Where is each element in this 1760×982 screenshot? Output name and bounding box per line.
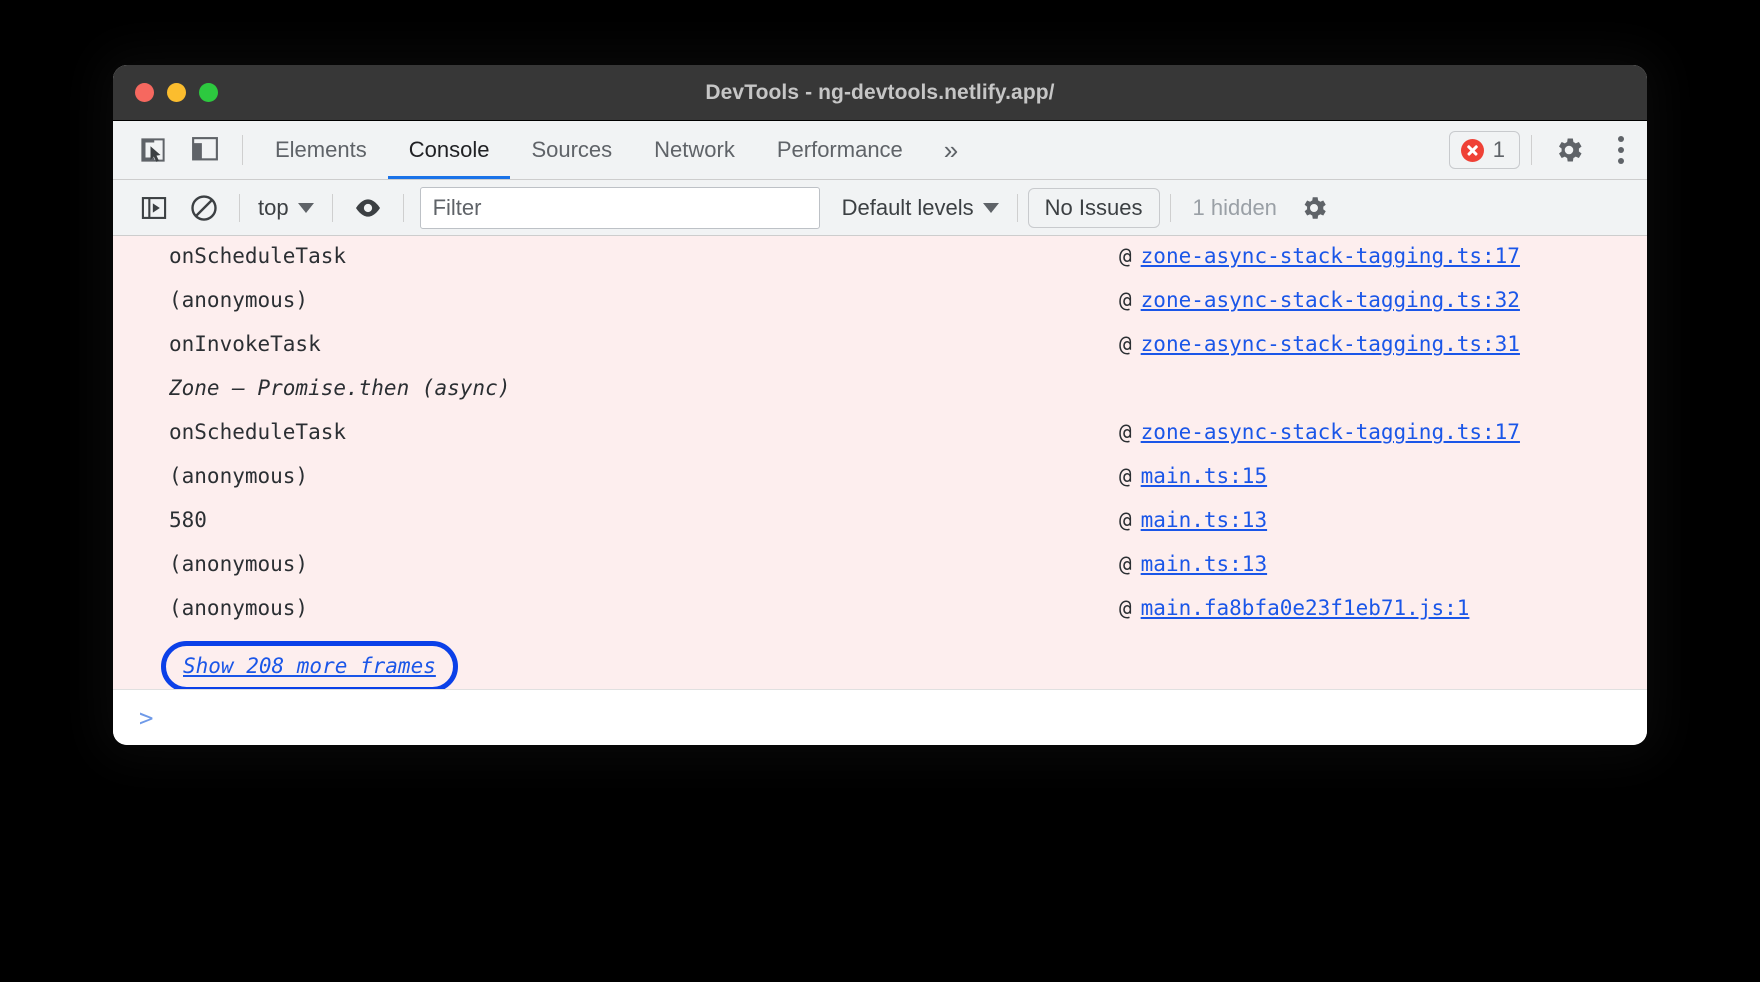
window-titlebar: DevTools - ng-devtools.netlify.app/: [113, 65, 1647, 121]
frame-function-name: onInvokeTask: [169, 332, 321, 356]
levels-label: Default levels: [842, 195, 974, 221]
tab-label: Network: [654, 137, 735, 163]
stack-frame-row[interactable]: onScheduleTask @ zone-async-stack-taggin…: [113, 244, 1647, 288]
execution-context-selector[interactable]: top: [250, 188, 322, 228]
device-toolbar-icon[interactable]: [179, 121, 231, 179]
stack-frame-row[interactable]: (anonymous) @ main.fa8bfa0e23f1eb71.js:1: [113, 596, 1647, 640]
at-symbol: @: [1119, 332, 1132, 356]
tab-label: Performance: [777, 137, 903, 163]
tabbar-spacer: [978, 121, 1448, 179]
frame-function-name: (anonymous): [169, 552, 308, 576]
stack-frame-row[interactable]: 580 @ main.ts:13: [113, 508, 1647, 552]
tab-label: Console: [409, 137, 490, 163]
show-more-frames-row[interactable]: Show 208 more frames: [113, 640, 1647, 689]
prompt-caret-icon: >: [139, 704, 153, 732]
frame-source: @ main.ts:13: [1119, 552, 1619, 576]
frame-source: @ main.fa8bfa0e23f1eb71.js:1: [1119, 596, 1619, 620]
stack-frame-row[interactable]: (anonymous) @ main.ts:15: [113, 464, 1647, 508]
filterbar-divider-4: [1017, 194, 1018, 222]
tabbar-divider: [242, 135, 243, 165]
frame-function-name: onScheduleTask: [169, 420, 346, 444]
console-prompt[interactable]: >: [113, 689, 1647, 745]
inspect-element-icon[interactable]: [127, 121, 179, 179]
hidden-messages-label: 1 hidden: [1181, 195, 1289, 221]
source-link[interactable]: main.ts:13: [1141, 552, 1267, 576]
issues-label: No Issues: [1045, 195, 1143, 221]
tab-elements[interactable]: Elements: [254, 121, 388, 179]
tab-network[interactable]: Network: [633, 121, 756, 179]
tab-label: Elements: [275, 137, 367, 163]
frame-function-name: onScheduleTask: [169, 244, 346, 268]
minimize-button[interactable]: [167, 83, 186, 102]
more-tabs-chevrons-icon[interactable]: »: [924, 121, 978, 179]
frame-source: @ main.ts:13: [1119, 508, 1619, 532]
show-more-highlight-annotation: Show 208 more frames: [169, 648, 450, 684]
at-symbol: @: [1119, 508, 1132, 532]
chevron-down-icon: [298, 203, 314, 213]
at-symbol: @: [1119, 596, 1132, 620]
frame-function-name: (anonymous): [169, 288, 308, 312]
filter-input[interactable]: [420, 187, 820, 229]
chevron-down-icon: [983, 203, 999, 213]
devtools-window: DevTools - ng-devtools.netlify.app/ Elem…: [113, 65, 1647, 745]
kebab-menu-icon[interactable]: [1595, 121, 1647, 179]
tab-sources[interactable]: Sources: [510, 121, 633, 179]
error-count-label: 1: [1493, 137, 1505, 163]
source-link[interactable]: zone-async-stack-tagging.ts:17: [1141, 420, 1520, 444]
tab-performance[interactable]: Performance: [756, 121, 924, 179]
overflow-label: »: [944, 137, 958, 163]
stack-frame-row[interactable]: (anonymous) @ main.ts:13: [113, 552, 1647, 596]
at-symbol: @: [1119, 420, 1132, 444]
source-link[interactable]: zone-async-stack-tagging.ts:31: [1141, 332, 1520, 356]
maximize-button[interactable]: [199, 83, 218, 102]
context-label: top: [258, 195, 289, 221]
source-link[interactable]: zone-async-stack-tagging.ts:17: [1141, 244, 1520, 268]
frame-source: @ zone-async-stack-tagging.ts:31: [1119, 332, 1619, 356]
tabbar-divider-right: [1531, 135, 1532, 165]
at-symbol: @: [1119, 464, 1132, 488]
async-boundary-row: Zone — Promise.then (async): [113, 376, 1647, 420]
tab-console[interactable]: Console: [388, 121, 511, 179]
stack-frame-row[interactable]: (anonymous) @ zone-async-stack-tagging.t…: [113, 288, 1647, 332]
source-link[interactable]: main.ts:13: [1141, 508, 1267, 532]
eye-icon[interactable]: [343, 188, 393, 228]
source-link[interactable]: zone-async-stack-tagging.ts:32: [1141, 288, 1520, 312]
stack-frame-row[interactable]: onScheduleTask @ zone-async-stack-taggin…: [113, 420, 1647, 464]
at-symbol: @: [1119, 552, 1132, 576]
issues-button[interactable]: No Issues: [1028, 188, 1160, 228]
filterbar-divider-3: [403, 194, 404, 222]
at-symbol: @: [1119, 288, 1132, 312]
traffic-lights: [113, 83, 218, 102]
filterbar-divider-5: [1170, 194, 1171, 222]
clear-console-icon[interactable]: [179, 188, 229, 228]
frame-function-name: (anonymous): [169, 464, 308, 488]
frame-source: @ zone-async-stack-tagging.ts:17: [1119, 420, 1619, 444]
console-message-list[interactable]: onScheduleTask @ zone-async-stack-taggin…: [113, 236, 1647, 689]
devtools-tabbar: Elements Console Sources Network Perform…: [113, 121, 1647, 180]
stack-frame-row[interactable]: onInvokeTask @ zone-async-stack-tagging.…: [113, 332, 1647, 376]
filterbar-divider-1: [239, 194, 240, 222]
close-button[interactable]: [135, 83, 154, 102]
frame-source: @ main.ts:15: [1119, 464, 1619, 488]
frame-function-name: 580: [169, 508, 207, 532]
frame-source: @ zone-async-stack-tagging.ts:17: [1119, 244, 1619, 268]
kebab-dots: [1618, 136, 1624, 164]
show-more-frames-link[interactable]: Show 208 more frames: [183, 654, 436, 678]
async-boundary-label: Zone — Promise.then (async): [169, 376, 510, 400]
frame-source: @ zone-async-stack-tagging.ts:32: [1119, 288, 1619, 312]
filterbar-divider-2: [332, 194, 333, 222]
source-link[interactable]: main.fa8bfa0e23f1eb71.js:1: [1141, 596, 1470, 620]
at-symbol: @: [1119, 244, 1132, 268]
error-circle-icon: [1461, 139, 1484, 162]
console-settings-gear-icon[interactable]: [1289, 188, 1339, 228]
frame-function-name: (anonymous): [169, 596, 308, 620]
console-filter-toolbar: top Default levels No Issues 1 hidden: [113, 180, 1647, 236]
window-title: DevTools - ng-devtools.netlify.app/: [113, 81, 1647, 105]
source-link[interactable]: main.ts:15: [1141, 464, 1267, 488]
gear-icon[interactable]: [1543, 121, 1595, 179]
error-count-badge[interactable]: 1: [1449, 131, 1520, 169]
console-sidebar-icon[interactable]: [129, 188, 179, 228]
log-levels-selector[interactable]: Default levels: [834, 188, 1007, 228]
tab-label: Sources: [531, 137, 612, 163]
